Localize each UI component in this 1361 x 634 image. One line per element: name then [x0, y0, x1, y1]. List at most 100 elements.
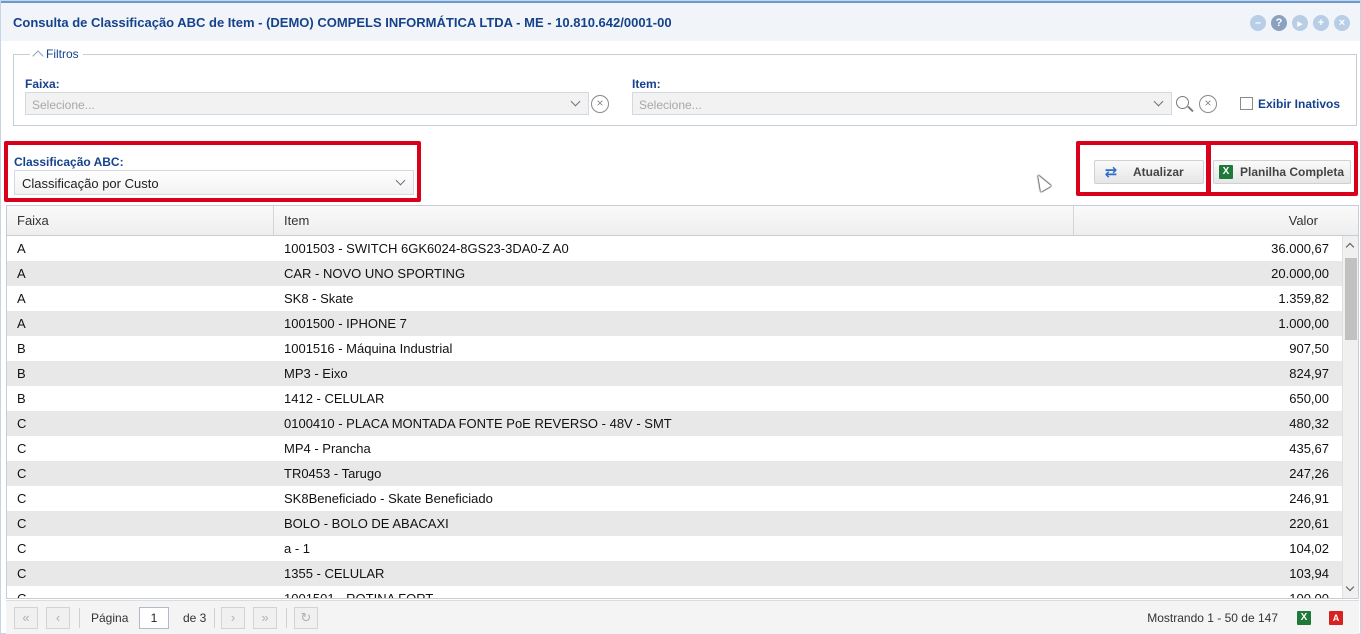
item-label: Item:: [632, 77, 661, 91]
cell-item: 0100410 - PLACA MONTADA FONTE PoE REVERS…: [284, 416, 672, 431]
cell-valor: 20.000,00: [1271, 266, 1329, 281]
table-row[interactable]: Ca - 1 104,02: [7, 536, 1342, 561]
cell-faixa: C: [17, 566, 27, 581]
cell-faixa: A: [17, 241, 26, 256]
chevron-down-icon[interactable]: [395, 175, 406, 186]
page-number-input[interactable]: 1: [139, 607, 169, 629]
item-combo[interactable]: Selecione...: [632, 92, 1172, 115]
table-row[interactable]: A SK8 - Skate 1.359,82: [7, 286, 1342, 311]
cell-valor: 907,50: [1289, 341, 1329, 356]
vertical-scrollbar[interactable]: [1342, 236, 1358, 598]
cell-valor: 480,32: [1289, 416, 1329, 431]
table-row[interactable]: C 0100410 - PLACA MONTADA FONTE PoE REVER…: [7, 411, 1342, 436]
cell-valor: 220,61: [1289, 516, 1329, 531]
cell-valor: 435,67: [1289, 441, 1329, 456]
window: Consulta de Classificação ABC de Item - …: [0, 0, 1361, 634]
cell-item: 1355 - CELULAR: [284, 566, 385, 581]
table-row[interactable]: C BOLO - BOLO DE ABACAXI 220,61: [7, 511, 1342, 536]
table-row[interactable]: C 1355 - CELULAR 103,94: [7, 561, 1342, 586]
grid-body: A 1001503 - SWITCH 6GK6024-8GS23-3DA0-Z A…: [7, 236, 1342, 598]
separator: [79, 608, 80, 628]
exibir-inativos-label[interactable]: Exibir Inativos: [1258, 97, 1340, 111]
table-row[interactable]: B 1412 - CELULAR 650,00: [7, 386, 1342, 411]
cell-valor: 247,26: [1289, 466, 1329, 481]
planilha-completa-label: Planilha Completa: [1240, 165, 1345, 179]
last-page-icon[interactable]: »: [253, 607, 277, 629]
cell-valor: 246,91: [1289, 491, 1329, 506]
cell-item: BOLO - BOLO DE ABACAXI: [284, 516, 449, 531]
next-page-icon[interactable]: ›: [221, 607, 245, 629]
results-grid: Faixa Item Valor A 1001503 - SWITCH 6GK60…: [6, 205, 1359, 599]
cell-valor: 650,00: [1289, 391, 1329, 406]
column-header-valor[interactable]: Valor: [1074, 206, 1358, 235]
paging-status: Mostrando 1 - 50 de 147: [1147, 611, 1278, 625]
cell-item: MP3 - Eixo: [284, 366, 348, 381]
classificacao-select[interactable]: Classificação por Custo: [14, 170, 414, 195]
reload-icon[interactable]: ↻: [294, 607, 318, 629]
cell-item: 1001516 - Máquina Industrial: [284, 341, 453, 356]
chevron-down-icon[interactable]: [570, 96, 581, 107]
cell-item: 1001501 - ROTINA FORT: [284, 591, 433, 598]
window-title: Consulta de Classificação ABC de Item - …: [13, 15, 672, 30]
table-row[interactable]: B MP3 - Eixo 824,97: [7, 361, 1342, 386]
minimize-icon[interactable]: –: [1250, 15, 1266, 31]
exibir-inativos-checkbox[interactable]: [1240, 97, 1253, 110]
planilha-completa-button[interactable]: X Planilha Completa: [1213, 160, 1351, 184]
table-row[interactable]: A 1001500 - IPHONE 7 1.000,00: [7, 311, 1342, 336]
export-excel-icon[interactable]: X: [1293, 608, 1315, 628]
faixa-clear-icon[interactable]: ×: [591, 95, 609, 113]
page-count-label: de 3: [183, 611, 207, 625]
column-header-faixa[interactable]: Faixa: [7, 206, 274, 235]
help-icon[interactable]: ?: [1271, 15, 1287, 31]
search-icon[interactable]: [1176, 96, 1194, 114]
cell-faixa: B: [17, 366, 26, 381]
table-row[interactable]: B 1001516 - Máquina Industrial 907,50: [7, 336, 1342, 361]
filters-panel: Filtros: [13, 47, 1357, 126]
cell-item: 1412 - CELULAR: [284, 391, 385, 406]
cell-item: a - 1: [284, 541, 311, 556]
table-row[interactable]: A 1001503 - SWITCH 6GK6024-8GS23-3DA0-Z A…: [7, 236, 1342, 261]
maximize-icon[interactable]: +: [1313, 15, 1329, 31]
filters-legend-label: Filtros: [46, 47, 79, 61]
close-icon[interactable]: ×: [1334, 15, 1350, 31]
scroll-up-icon[interactable]: [1345, 242, 1355, 252]
scroll-thumb[interactable]: [1345, 258, 1357, 340]
grid-header: Faixa Item Valor: [7, 206, 1358, 236]
mouse-cursor-icon: [1032, 172, 1052, 192]
collapse-chevron-icon[interactable]: [32, 50, 44, 62]
title-bar: Consulta de Classificação ABC de Item - …: [1, 1, 1360, 41]
separator: [214, 608, 215, 628]
table-row[interactable]: C SK8Beneficiado - Skate Beneficiado 246,9…: [7, 486, 1342, 511]
cell-faixa: C: [17, 541, 27, 556]
cell-faixa: C: [17, 591, 26, 598]
first-page-icon[interactable]: «: [14, 607, 38, 629]
cell-item: SK8Beneficiado - Skate Beneficiado: [284, 491, 493, 506]
cell-valor: 104,02: [1289, 541, 1329, 556]
cell-item: MP4 - Prancha: [284, 441, 371, 456]
excel-icon: X: [1218, 164, 1234, 180]
cell-item: TR0453 - Tarugo: [284, 466, 382, 481]
table-row[interactable]: C TR0453 - Tarugo 247,26: [7, 461, 1342, 486]
cell-faixa: C: [17, 466, 27, 481]
item-clear-icon[interactable]: ×: [1199, 95, 1217, 113]
play-icon[interactable]: ▸: [1292, 15, 1308, 31]
column-header-item[interactable]: Item: [274, 206, 1074, 235]
separator: [286, 608, 287, 628]
table-row[interactable]: C MP4 - Prancha 435,67: [7, 436, 1342, 461]
export-pdf-icon[interactable]: A: [1325, 608, 1347, 628]
classificacao-value: Classificação por Custo: [22, 176, 159, 191]
scroll-down-icon[interactable]: [1345, 582, 1355, 592]
faixa-combo[interactable]: Selecione...: [25, 92, 589, 115]
cell-item: CAR - NOVO UNO SPORTING: [284, 266, 466, 281]
paging-toolbar: « ‹ Página 1 de 3 › » ↻ Mostrando 1 - 50…: [6, 600, 1359, 634]
table-row[interactable]: A CAR - NOVO UNO SPORTING 20.000,00: [7, 261, 1342, 286]
cell-faixa: C: [17, 491, 27, 506]
chevron-down-icon[interactable]: [1153, 96, 1164, 107]
classificacao-label: Classificação ABC:: [14, 155, 124, 169]
previous-page-icon[interactable]: ‹: [46, 607, 70, 629]
cell-valor: 824,97: [1289, 366, 1329, 381]
atualizar-button[interactable]: ⇄ Atualizar: [1094, 160, 1204, 184]
table-row[interactable]: C 1001501 - ROTINA FORT 100,00: [7, 586, 1342, 598]
cell-faixa: B: [17, 391, 26, 406]
filters-legend[interactable]: Filtros: [30, 47, 83, 62]
